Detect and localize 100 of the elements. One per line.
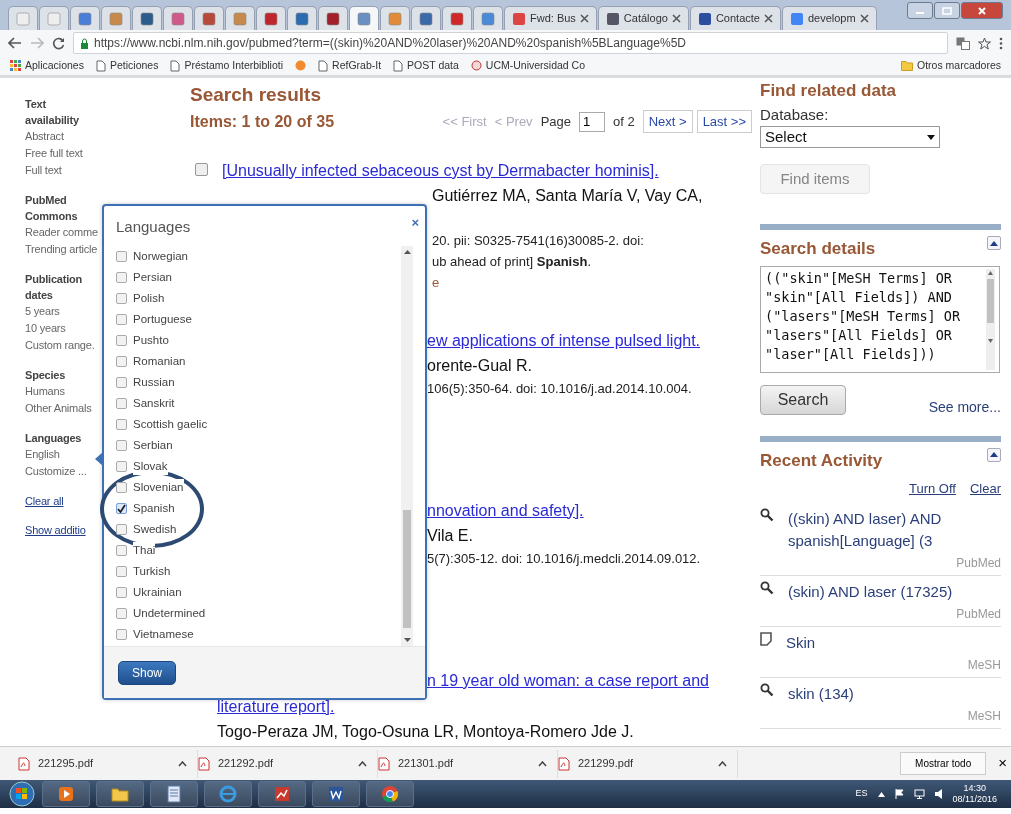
scrollbar[interactable]: [401, 246, 413, 646]
text-link[interactable]: Turn Off: [908, 479, 956, 499]
bookmark[interactable]: Peticiones: [95, 57, 159, 74]
download-file-name[interactable]: 221295.pdf: [38, 755, 94, 772]
flag-icon[interactable]: [894, 789, 904, 799]
show-all-button[interactable]: Mostrar todo: [900, 752, 987, 775]
browser-tab[interactable]: developm: [781, 6, 877, 30]
taskbar-button[interactable]: [150, 781, 198, 807]
taskbar-button[interactable]: [366, 781, 414, 807]
language-checkbox[interactable]: [116, 629, 127, 640]
result-title-link[interactable]: n 19 year old woman: a case report and: [427, 667, 709, 694]
download-file-name[interactable]: 221299.pdf: [578, 755, 634, 772]
filter-link[interactable]: Trending article: [25, 243, 98, 255]
caret-up-icon[interactable]: [358, 760, 367, 767]
language-checkbox[interactable]: [116, 566, 127, 577]
recent-search-link[interactable]: (skin) AND laser (17325): [788, 580, 1001, 603]
star-icon[interactable]: [978, 36, 991, 50]
language-checkbox[interactable]: [116, 398, 127, 409]
browser-tab[interactable]: [132, 6, 162, 30]
filter-link[interactable]: Humans: [25, 385, 65, 397]
taskbar-button[interactable]: [204, 781, 252, 807]
browser-tab[interactable]: [101, 6, 131, 30]
language-checkbox[interactable]: [116, 440, 127, 451]
language-checkbox[interactable]: [116, 272, 127, 283]
browser-tab[interactable]: Contacte: [689, 6, 781, 30]
bookmark[interactable]: Préstamo Interbiblioti: [170, 57, 284, 74]
translate-icon[interactable]: [956, 36, 970, 50]
pager-link[interactable]: Next >: [642, 109, 693, 134]
collapse-button[interactable]: [987, 447, 1001, 462]
language-checkbox[interactable]: [116, 482, 127, 493]
caret-up-icon[interactable]: [718, 760, 727, 767]
language-checkbox[interactable]: [116, 524, 127, 535]
filter-link[interactable]: Abstract: [25, 130, 64, 142]
reload-icon[interactable]: [52, 36, 65, 50]
taskbar-button[interactable]: [312, 781, 360, 807]
filter-link[interactable]: Reader comme: [25, 226, 98, 238]
browser-tab[interactable]: [473, 6, 503, 30]
language-checkbox[interactable]: [116, 377, 127, 388]
text-link[interactable]: Show additio: [25, 521, 86, 538]
recent-search-link[interactable]: Skin: [786, 631, 1001, 654]
browser-tab[interactable]: [256, 6, 286, 30]
language-checkbox[interactable]: [116, 587, 127, 598]
filter-link[interactable]: Customize ...: [25, 465, 87, 477]
browser-tab[interactable]: [225, 6, 255, 30]
browser-tab[interactable]: [411, 6, 441, 30]
filter-link[interactable]: 5 years: [25, 305, 60, 317]
scroll-up-icon[interactable]: [403, 250, 411, 254]
scrollbar-thumb[interactable]: [403, 510, 411, 628]
filter-link[interactable]: 10 years: [25, 322, 66, 334]
back-arrow-icon[interactable]: [8, 37, 22, 49]
bookmark[interactable]: RefGrab-It: [318, 57, 382, 74]
close-button[interactable]: [961, 2, 1003, 19]
language-checkbox[interactable]: [116, 356, 127, 367]
bookmark[interactable]: Aplicaciones: [10, 57, 84, 74]
menu-icon[interactable]: [999, 36, 1003, 50]
taskbar-button[interactable]: [96, 781, 144, 807]
page-number-field[interactable]: 1: [579, 111, 605, 132]
database-dropdown[interactable]: Select: [760, 126, 940, 148]
browser-tab[interactable]: [318, 6, 348, 30]
download-file-name[interactable]: 221292.pdf: [218, 755, 274, 772]
taskbar-button[interactable]: [42, 781, 90, 807]
result-title-link[interactable]: [Unusually infected sebaceous cyst by Dermabacter hominis].: [222, 157, 659, 184]
language-checkbox[interactable]: [116, 251, 127, 262]
language-checkbox[interactable]: [116, 503, 127, 514]
text-link[interactable]: Clear all: [25, 493, 64, 510]
taskbar-button[interactable]: [258, 781, 306, 807]
recent-search-link[interactable]: ((skin) AND laser) AND spanish[Language] (3: [788, 507, 1001, 552]
close-button[interactable]: ×: [994, 752, 1011, 775]
language-indicator[interactable]: ES: [855, 787, 868, 801]
browser-tab[interactable]: Fwd: Bus: [504, 6, 597, 30]
language-checkbox[interactable]: [116, 314, 127, 325]
network-icon[interactable]: [913, 789, 925, 799]
bookmark[interactable]: POST data: [393, 57, 459, 74]
result-title-link[interactable]: nnovation and safety].: [427, 497, 584, 524]
tray-arrow-icon[interactable]: [877, 791, 885, 797]
close-icon[interactable]: [579, 14, 589, 23]
start-orb-icon[interactable]: [8, 781, 36, 807]
language-checkbox[interactable]: [116, 608, 127, 619]
close-icon[interactable]: [763, 14, 773, 23]
language-checkbox[interactable]: [116, 335, 127, 346]
address-field[interactable]: https://www.ncbi.nlm.nih.gov/pubmed?term=((skin)%20AND%20laser)%20AND%20spanish%5BLanguage%5D: [73, 32, 948, 54]
download-file-name[interactable]: 221301.pdf: [398, 755, 454, 772]
search-button[interactable]: Search: [760, 384, 846, 415]
bookmark[interactable]: UCM-Universidad Co: [470, 57, 586, 74]
clock-time[interactable]: 14:30: [952, 783, 997, 794]
maximize-button[interactable]: [934, 2, 960, 19]
language-checkbox[interactable]: [116, 293, 127, 304]
language-checkbox[interactable]: [116, 461, 127, 472]
scroll-down-icon[interactable]: [403, 638, 411, 642]
close-icon[interactable]: [859, 14, 869, 23]
caret-up-icon[interactable]: [178, 760, 187, 767]
pager-link[interactable]: Last >>: [696, 109, 752, 134]
language-checkbox[interactable]: [116, 419, 127, 430]
browser-tab[interactable]: [163, 6, 193, 30]
filter-link[interactable]: Free full text: [25, 147, 83, 159]
browser-tab[interactable]: [70, 6, 100, 30]
close-icon[interactable]: [671, 14, 681, 23]
recent-search-link[interactable]: skin (134): [788, 682, 1001, 705]
circle-logo-icon[interactable]: [295, 60, 307, 71]
filter-link[interactable]: Full text: [25, 164, 62, 176]
